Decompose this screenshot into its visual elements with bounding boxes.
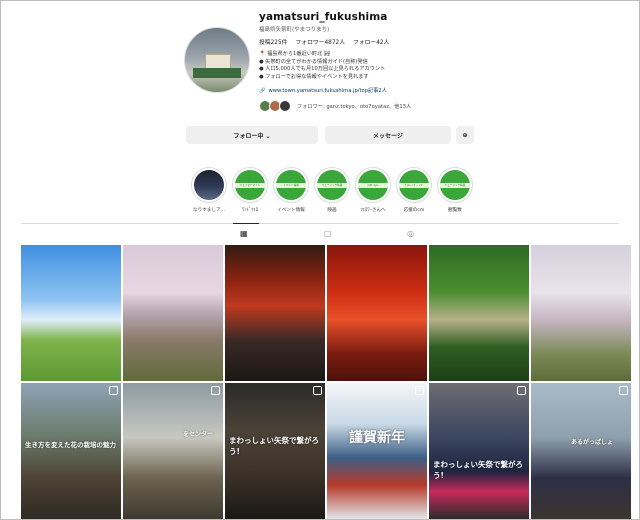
post-caption: 生き方を変えた花の栽培の魅力: [25, 441, 116, 449]
followers-count[interactable]: フォロワー4872人: [295, 37, 345, 46]
highlight-label: ﾌｫﾛﾜｰさんへ: [360, 208, 386, 213]
grid-icon[interactable]: ▦: [240, 229, 248, 238]
post-caption: をセンター: [183, 431, 214, 438]
reel-icon: [109, 386, 118, 395]
highlight-item[interactable]: ミュージック特集 観覧数: [435, 167, 475, 213]
post-thumbnail[interactable]: 生き方を変えた花の栽培の魅力: [21, 383, 121, 519]
highlight-item[interactable]: イベント情報 イベント情報: [271, 167, 311, 213]
post-thumbnail[interactable]: [225, 245, 325, 381]
more-options-icon[interactable]: ⋯: [369, 10, 379, 21]
profile-display-name: 福島県矢祭町(やまつりまち): [259, 27, 330, 33]
bio-line: ● 人口5,000人でも月10万回以上見られるアカウント: [259, 66, 386, 73]
tagged-icon[interactable]: ◎: [407, 229, 414, 238]
highlight-cover-text: ﾁｮｺﾚｰﾄ ﾎﾞﾃﾞｨﾜﾝ: [399, 182, 429, 188]
instagram-profile-screenshot: yamatsuri_fukushima ⋯ 福島県矢祭町(やまつりまち) 投稿2…: [0, 0, 640, 520]
following-count[interactable]: フォロー42人: [353, 37, 389, 46]
highlight-item[interactable]: なりすましア...: [189, 167, 229, 213]
highlight-cover-text: ミュージック特集: [440, 182, 470, 188]
post-thumbnail[interactable]: [327, 245, 427, 381]
reel-icon: [313, 386, 322, 395]
post-thumbnail[interactable]: あるがっぱしょ: [531, 383, 631, 519]
active-tab-indicator: [233, 223, 259, 224]
reels-icon[interactable]: ▢: [324, 229, 332, 238]
post-caption: あるがっぱしょ: [571, 439, 614, 446]
followed-by[interactable]: フォロワー: ganz.tokyo、oto7oyataz、他13人: [259, 100, 411, 112]
reel-icon: [517, 386, 526, 395]
post-thumbnail[interactable]: まわっしょい矢祭で繋がろう!: [225, 383, 325, 519]
reel-icon: [619, 386, 628, 395]
post-thumbnail[interactable]: [429, 245, 529, 381]
post-caption: 謹賀新年: [349, 430, 405, 446]
profile-stats: 投稿225件 フォロワー4872人 フォロー42人: [259, 37, 389, 46]
highlight-item[interactable]: ﾌｫﾛﾜｰﾌｫﾛｰ ﾌｫﾛﾜｰさんへ: [353, 167, 393, 213]
suggest-user-icon[interactable]: ⊕: [456, 126, 474, 144]
followed-by-text: フォロワー: ganz.tokyo、oto7oyataz、他13人: [297, 103, 412, 110]
profile-link[interactable]: 🔗 www.town.yamatsuri.fukushima.jp/top記事2…: [259, 87, 387, 95]
highlight-cover: [194, 170, 224, 200]
highlight-label: 映画: [327, 208, 337, 213]
post-thumbnail[interactable]: [531, 245, 631, 381]
post-caption: まわっしょい矢祭で繋がろう!: [433, 460, 523, 480]
highlight-label: 応援のcm: [403, 208, 425, 213]
profile-bio: 📍 福島県から1番近い町北 🏞 ● 矢祭町の全てがわかる情報ガイド(自称)発信 …: [259, 51, 385, 81]
post-thumbnail[interactable]: をセンター: [123, 383, 223, 519]
message-button[interactable]: メッセージ: [325, 126, 451, 144]
follower-avatar: [279, 100, 291, 112]
highlight-label: 観覧数: [448, 208, 462, 213]
highlight-cover-text: イベント情報: [276, 182, 306, 188]
highlight-item[interactable]: ジェイナーマイン ﾜﾝﾄﾞﾌｫﾛ: [230, 167, 270, 213]
highlight-cover-text: ﾌｫﾛﾜｰﾌｫﾛｰ: [358, 182, 388, 188]
bio-line: 📍 福島県から1番近い町北 🏞: [259, 51, 331, 57]
profile-avatar[interactable]: [184, 27, 250, 93]
link-icon: 🔗: [259, 87, 266, 94]
following-button[interactable]: フォロー中 ⌄: [186, 126, 318, 144]
highlight-cover-text: ジェイナーマイン: [235, 182, 265, 188]
profile-link-text[interactable]: www.town.yamatsuri.fukushima.jp/top記事2人: [268, 87, 386, 94]
highlight-label: なりすましア...: [193, 208, 225, 213]
reel-icon: [415, 386, 424, 395]
posts-count: 投稿225件: [259, 40, 288, 46]
post-thumbnail[interactable]: [21, 245, 121, 381]
reel-icon: [211, 386, 220, 395]
highlight-item[interactable]: ミュージック特集 映画: [312, 167, 352, 213]
avatar-grass: [193, 68, 241, 78]
posts-grid: 生き方を変えた花の栽培の魅力 をセンター まわっしょい矢祭で繋がろう! 謹賀新年…: [21, 245, 631, 519]
highlight-label: ﾜﾝﾄﾞﾌｫﾛ: [241, 208, 259, 213]
post-caption: まわっしょい矢祭で繋がろう!: [229, 436, 319, 456]
post-thumbnail[interactable]: [123, 245, 223, 381]
post-thumbnail[interactable]: まわっしょい矢祭で繋がろう!: [429, 383, 529, 519]
bio-line: ● フォローでお得な情報やイベントを見れます: [259, 73, 369, 80]
post-thumbnail[interactable]: 謹賀新年: [327, 383, 427, 519]
highlight-cover-text: ミュージック特集: [317, 182, 347, 188]
highlight-label: イベント情報: [277, 208, 305, 213]
tab-divider: [21, 223, 619, 224]
highlight-item[interactable]: ﾁｮｺﾚｰﾄ ﾎﾞﾃﾞｨﾜﾝ 応援のcm: [394, 167, 434, 213]
